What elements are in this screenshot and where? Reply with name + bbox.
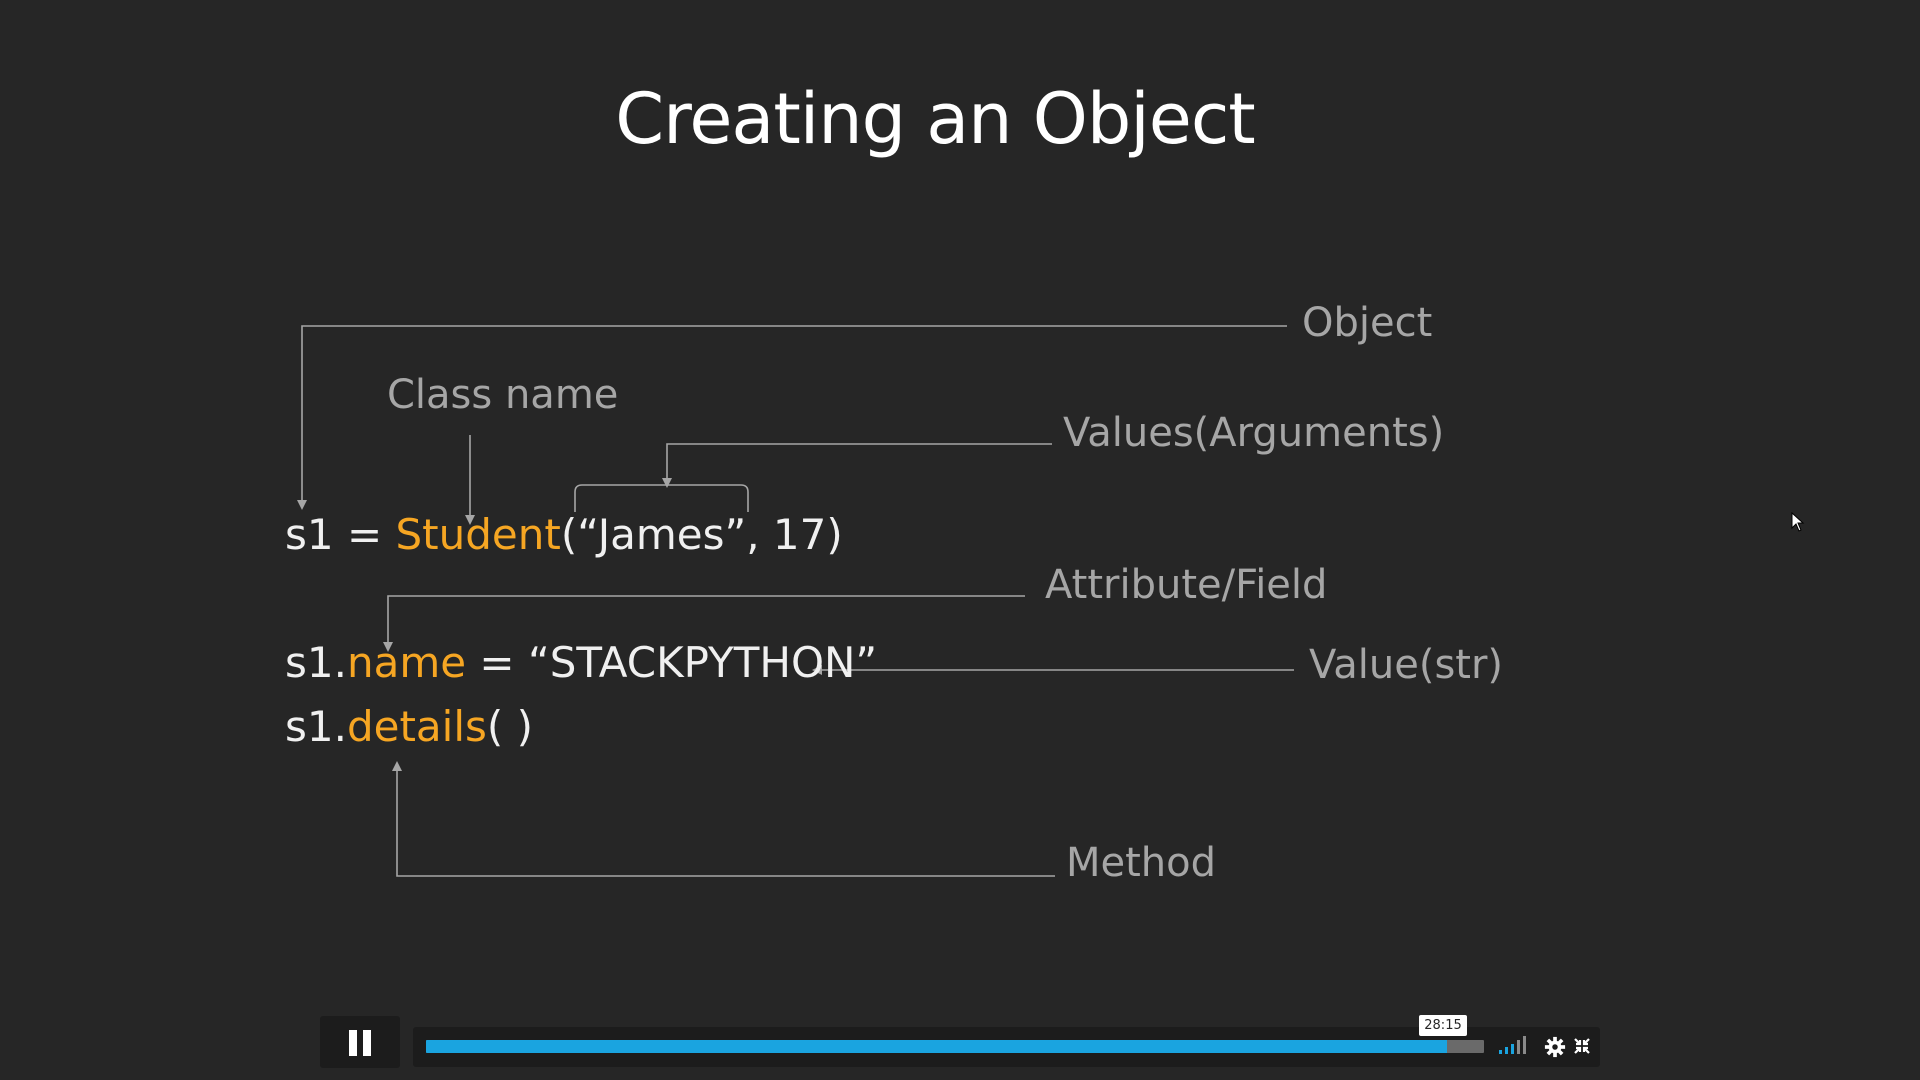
label-object: Object [1302, 300, 1433, 346]
label-method: Method [1066, 840, 1217, 886]
code-line-method: s1.details( ) [285, 702, 533, 751]
progress-bar[interactable] [426, 1040, 1484, 1053]
code-assignment: = “STACKPYTHON” [466, 638, 878, 687]
label-class-name: Class name [387, 372, 619, 418]
code-arguments: (“James”, 17) [560, 510, 843, 559]
label-values-arguments: Values(Arguments) [1063, 410, 1445, 456]
method-arrow [392, 761, 1055, 877]
values-arrow [662, 443, 1052, 488]
code-attribute: name [346, 638, 467, 687]
fullscreen-icon[interactable] [1573, 1037, 1591, 1055]
code-call: ( ) [486, 702, 534, 751]
label-attribute-field: Attribute/Field [1045, 562, 1328, 608]
code-method: details [346, 702, 487, 751]
code-line-attribute: s1.name = “STACKPYTHON” [285, 638, 877, 687]
pause-button[interactable] [320, 1016, 400, 1068]
code-class-name: Student [395, 510, 561, 559]
code-line-instantiate: s1 = Student(“James”, 17) [285, 510, 843, 559]
volume-icon[interactable] [1498, 1035, 1528, 1055]
mouse-cursor-icon [1791, 512, 1805, 532]
code-prefix: s1. [285, 638, 347, 687]
label-value-str: Value(str) [1309, 642, 1504, 688]
values-brace [574, 484, 749, 512]
progress-fill [426, 1040, 1447, 1053]
code-var: s1 = [285, 510, 396, 559]
slide: Creating an Object Object Class name Val… [0, 0, 1920, 1080]
gear-icon[interactable] [1544, 1036, 1566, 1058]
time-tooltip: 28:15 [1419, 1015, 1467, 1036]
code-prefix: s1. [285, 702, 347, 751]
